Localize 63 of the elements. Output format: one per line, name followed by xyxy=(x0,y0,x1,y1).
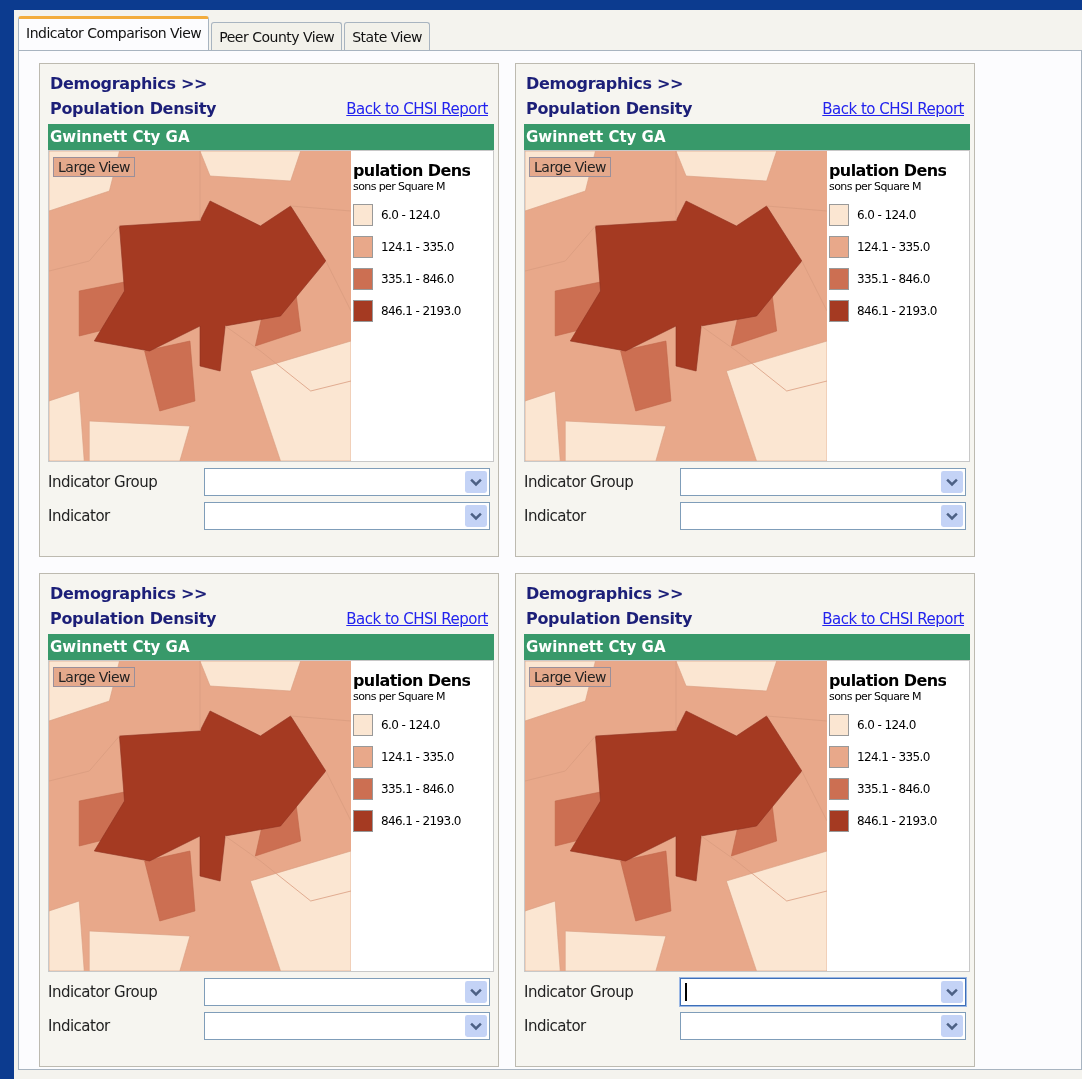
back-link[interactable]: Back to CHSI Report xyxy=(346,610,488,628)
field-label: Indicator xyxy=(48,507,112,525)
legend-subtitle: sons per Square M xyxy=(353,180,446,193)
legend-label: 6.0 - 124.0 xyxy=(381,718,440,732)
dropdown-field[interactable] xyxy=(204,468,490,496)
county-bar: Gwinnett Cty GA xyxy=(48,634,494,660)
legend-title: pulation Dens xyxy=(829,161,947,180)
legend-label: 6.0 - 124.0 xyxy=(857,718,916,732)
legend-label: 335.1 - 846.0 xyxy=(857,272,930,286)
legend-label: 846.1 - 2193.0 xyxy=(857,304,937,318)
legend-label: 124.1 - 335.0 xyxy=(857,750,930,764)
legend-subtitle: sons per Square M xyxy=(829,180,922,193)
panel-title: Population Density xyxy=(526,609,693,628)
dropdown-field[interactable] xyxy=(680,1012,966,1040)
field-label: Indicator Group xyxy=(524,473,635,491)
county-bar: Gwinnett Cty GA xyxy=(524,124,970,150)
legend-label: 335.1 - 846.0 xyxy=(381,272,454,286)
tab[interactable]: State View xyxy=(344,22,430,50)
large-view-button[interactable]: Large View xyxy=(529,667,612,687)
tab[interactable]: Indicator Comparison View xyxy=(18,16,210,50)
large-view-button[interactable]: Large View xyxy=(53,667,136,687)
breadcrumb: Demographics >> xyxy=(50,74,209,93)
legend-label: 124.1 - 335.0 xyxy=(381,240,454,254)
back-link[interactable]: Back to CHSI Report xyxy=(822,610,964,628)
large-view-button[interactable]: Large View xyxy=(53,157,136,177)
field-label: Indicator xyxy=(524,507,588,525)
breadcrumb: Demographics >> xyxy=(526,584,685,603)
legend-label: 6.0 - 124.0 xyxy=(857,208,916,222)
panel-title: Population Density xyxy=(50,609,217,628)
dropdown-field[interactable] xyxy=(204,502,490,530)
legend-label: 846.1 - 2193.0 xyxy=(381,304,461,318)
breadcrumb: Demographics >> xyxy=(50,584,209,603)
legend-subtitle: sons per Square M xyxy=(829,690,922,703)
tab[interactable]: Peer County View xyxy=(211,22,343,50)
dropdown-field[interactable] xyxy=(680,978,966,1006)
panel-title: Population Density xyxy=(526,99,693,118)
field-label: Indicator xyxy=(48,1017,112,1035)
legend-title: pulation Dens xyxy=(829,671,947,690)
back-link[interactable]: Back to CHSI Report xyxy=(346,100,488,118)
legend-title: pulation Dens xyxy=(353,161,471,180)
field-label: Indicator Group xyxy=(524,983,635,1001)
field-label: Indicator xyxy=(524,1017,588,1035)
field-label: Indicator Group xyxy=(48,473,159,491)
county-bar: Gwinnett Cty GA xyxy=(48,124,494,150)
legend-subtitle: sons per Square M xyxy=(353,690,446,703)
legend-label: 335.1 - 846.0 xyxy=(381,782,454,796)
breadcrumb: Demographics >> xyxy=(526,74,685,93)
panel-title: Population Density xyxy=(50,99,217,118)
large-view-button[interactable]: Large View xyxy=(529,157,612,177)
dropdown-field[interactable] xyxy=(204,978,490,1006)
dropdown-field[interactable] xyxy=(204,1012,490,1040)
legend-label: 6.0 - 124.0 xyxy=(381,208,440,222)
back-link[interactable]: Back to CHSI Report xyxy=(822,100,964,118)
county-bar: Gwinnett Cty GA xyxy=(524,634,970,660)
legend-label: 124.1 - 335.0 xyxy=(381,750,454,764)
legend-label: 846.1 - 2193.0 xyxy=(857,814,937,828)
legend-title: pulation Dens xyxy=(353,671,471,690)
legend-label: 335.1 - 846.0 xyxy=(857,782,930,796)
dropdown-field[interactable] xyxy=(680,502,966,530)
field-label: Indicator Group xyxy=(48,983,159,1001)
legend-label: 124.1 - 335.0 xyxy=(857,240,930,254)
dropdown-field[interactable] xyxy=(680,468,966,496)
legend-label: 846.1 - 2193.0 xyxy=(381,814,461,828)
